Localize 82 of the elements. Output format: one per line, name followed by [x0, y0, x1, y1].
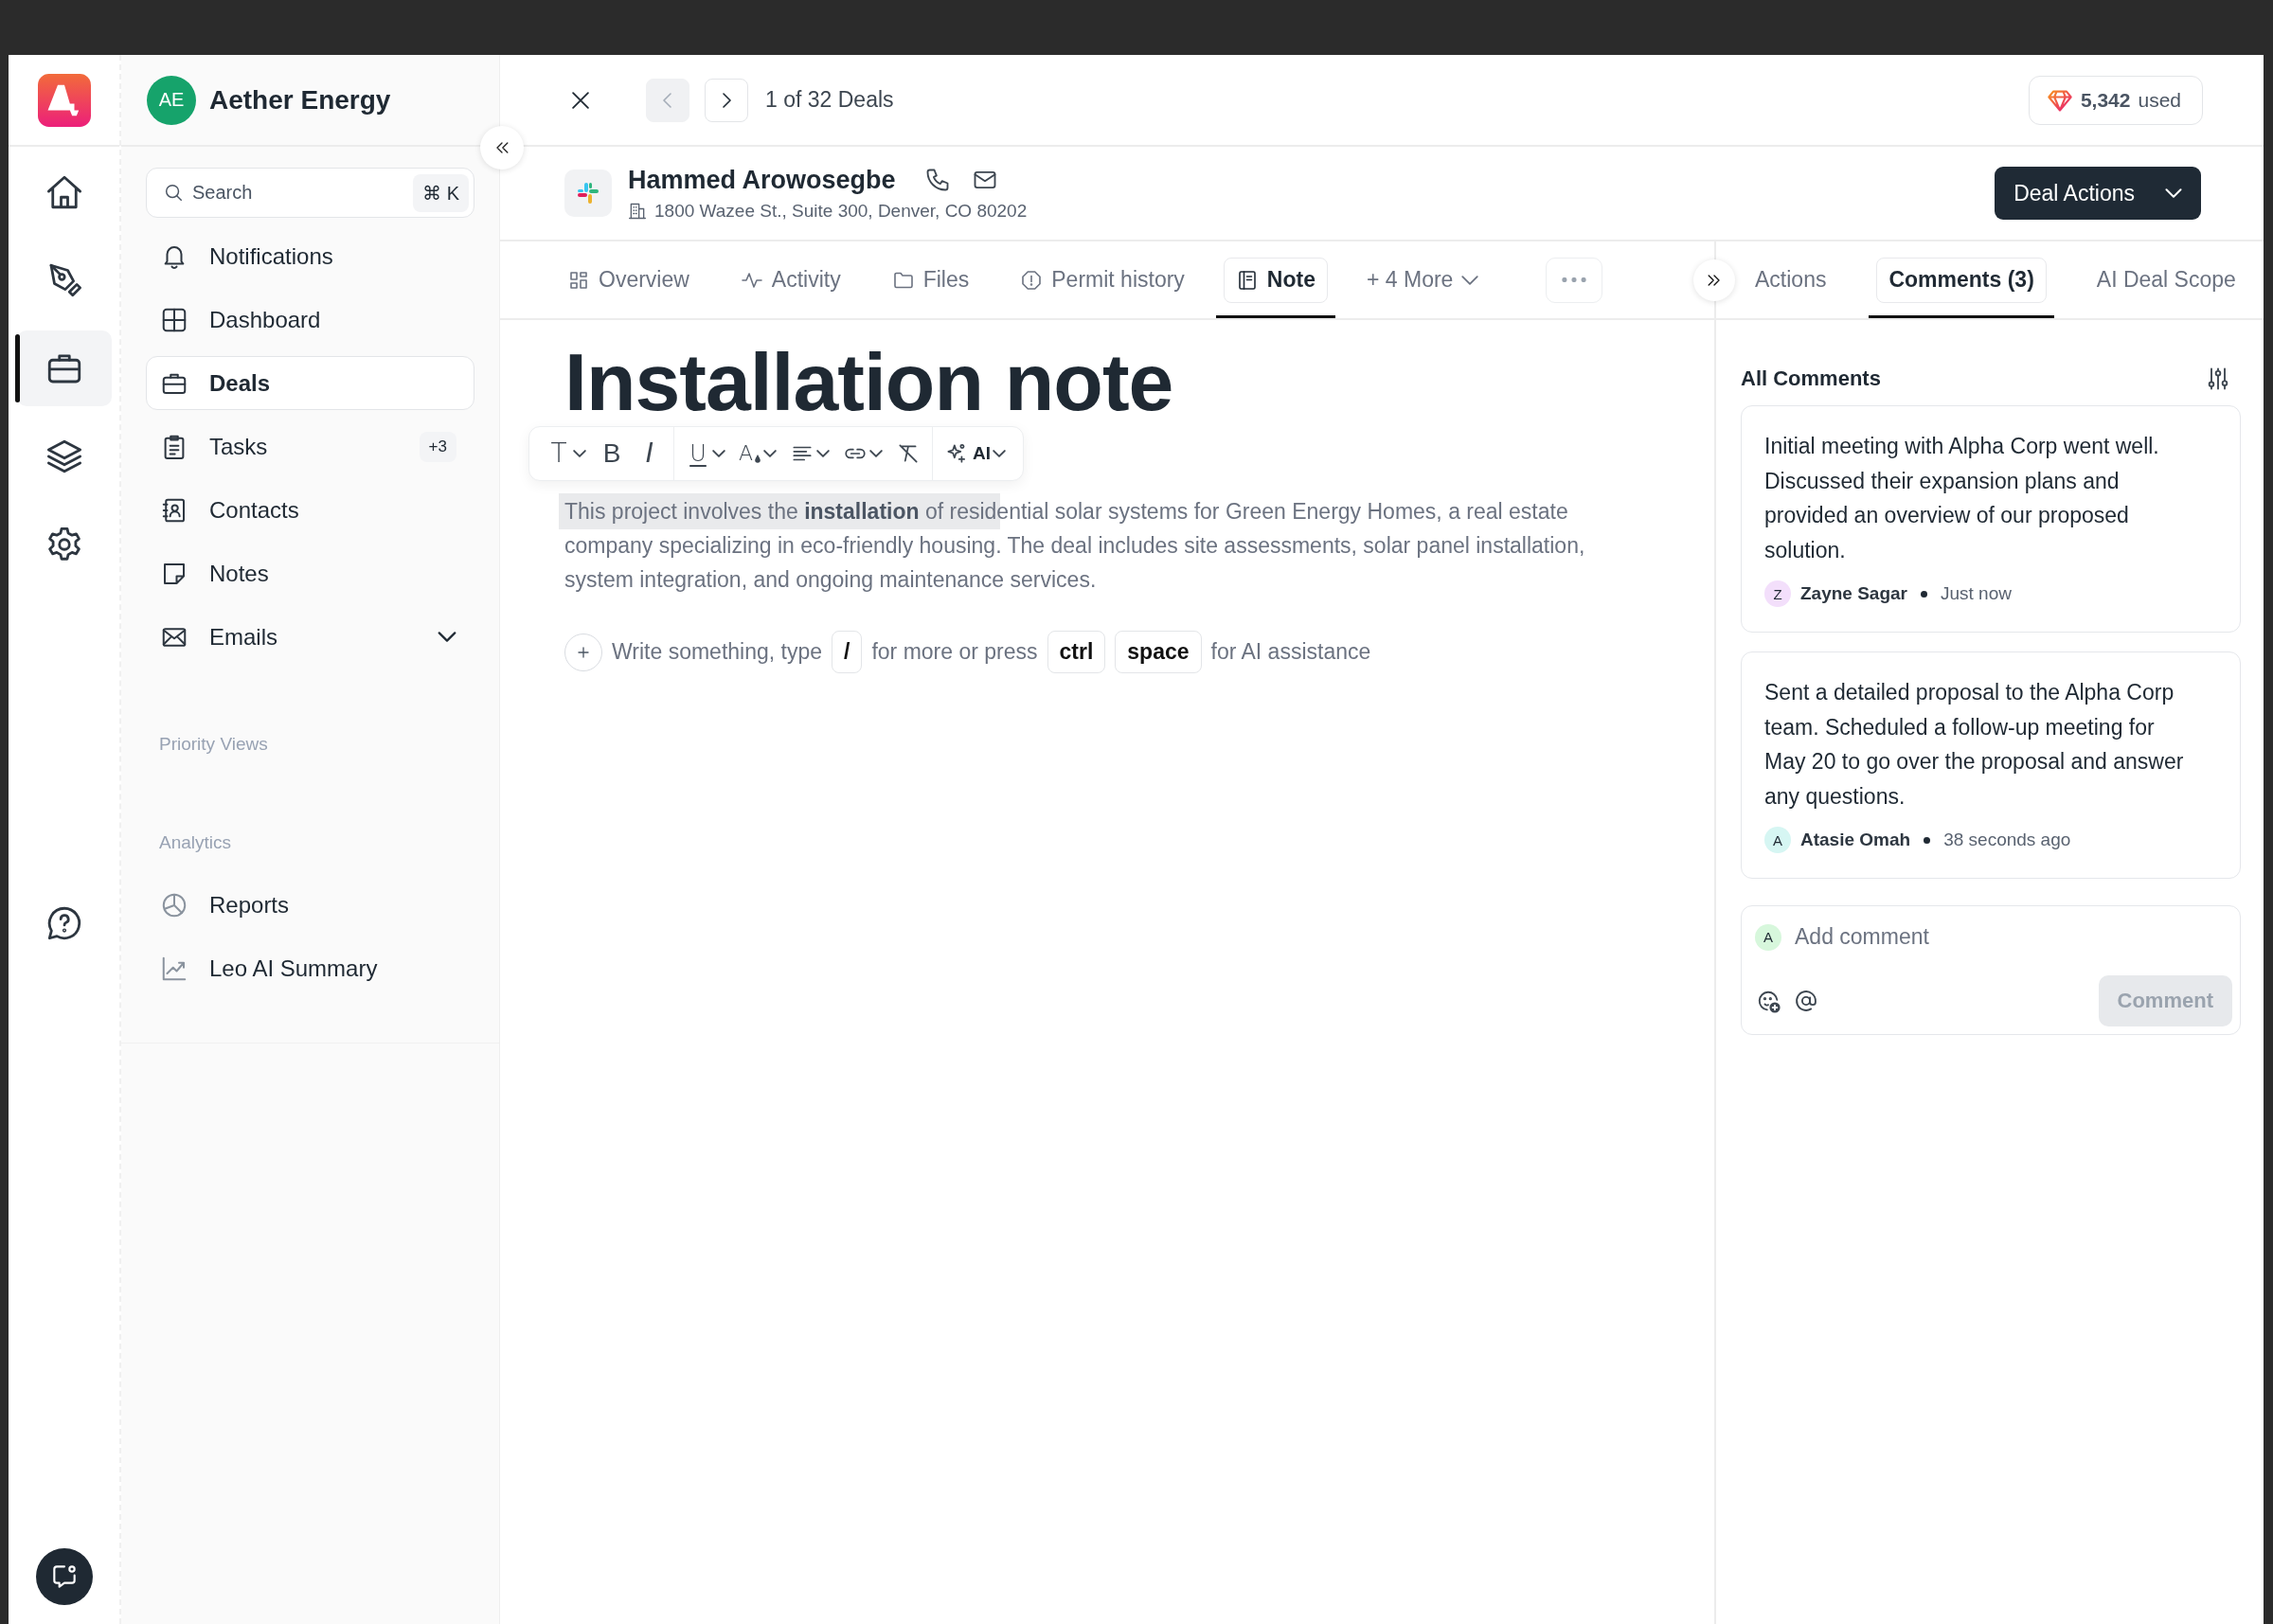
chevron-left-icon	[663, 92, 672, 108]
underline-tool-button[interactable]: U	[682, 435, 729, 473]
author-name: Atasie Omah	[1800, 830, 1911, 850]
nav-item[interactable]: Reports	[146, 878, 474, 932]
workspace-avatar: AE	[147, 75, 196, 125]
collapse-sidebar-button[interactable]	[480, 126, 524, 170]
credits-count: 5,342	[2080, 88, 2131, 112]
company-logo-icon	[564, 170, 612, 217]
tab[interactable]: Activity	[720, 241, 861, 318]
at-sign-icon	[1793, 988, 1819, 1014]
record-position: 1 of 32 Deals	[765, 87, 894, 113]
italic-tool-button[interactable]: I	[634, 435, 666, 473]
prompt-text: for AI assistance	[1210, 639, 1371, 665]
section-heading: Priority Views	[158, 734, 269, 755]
bold-tool-button[interactable]: B	[596, 435, 628, 473]
color-tool-button[interactable]: A	[735, 435, 780, 473]
caret-icon	[763, 447, 777, 460]
note-paragraph: This project involves the installation of residential solar systems for Green Energy Homes, a real estate company specializing in eco-friendly housing. The deal includes site assessments, solar panel installation, system integration, and ongoing maintenance services.	[559, 494, 1657, 597]
nav-item[interactable]: Tasks +3	[146, 419, 474, 473]
next-record-button[interactable]	[705, 78, 748, 122]
credits-pill[interactable]: 5,342 used	[2028, 75, 2203, 125]
tab[interactable]: Actions	[1735, 241, 1847, 318]
caret-icon	[712, 447, 725, 460]
prompt-text: for more or press	[871, 639, 1038, 665]
building-icon	[628, 201, 647, 221]
panel-title: All Comments	[1741, 366, 1881, 391]
tab[interactable]: Files	[871, 241, 990, 318]
comment-text: Sent a detailed proposal to the Alpha Corp team. Scheduled a follow-up meeting for May 20 to go over the proposal and answer any questions.	[1764, 679, 2185, 811]
user-avatar: A	[1755, 923, 1781, 951]
nav-item[interactable]: Deals	[146, 356, 474, 410]
key-hint: /	[832, 631, 863, 673]
close-button[interactable]	[572, 91, 589, 109]
ai-tool-button[interactable]: AI	[940, 435, 1010, 473]
separator-dot	[1921, 590, 1927, 598]
caret-icon	[869, 447, 883, 460]
comment-time: Just now	[1941, 583, 2012, 604]
app-logo-icon[interactable]	[37, 73, 91, 127]
tab[interactable]: + 4 More	[1347, 241, 1499, 318]
workspace-name: Aether Energy	[209, 84, 391, 116]
author-avatar: Z	[1764, 580, 1791, 607]
search-icon	[163, 182, 184, 203]
text-style-tool-button[interactable]: T	[543, 435, 590, 473]
more-icon	[1562, 277, 1587, 282]
separator-dot	[1924, 836, 1931, 844]
tab[interactable]: Permit history	[1000, 241, 1205, 318]
close-icon	[572, 91, 589, 109]
comment-input[interactable]: Add comment	[1793, 923, 2232, 951]
nav-item[interactable]: Contacts	[146, 483, 474, 537]
key-hint: ctrl	[1047, 631, 1106, 673]
author-name: Zayne Sagar	[1800, 583, 1907, 604]
comment-time: 38 seconds ago	[1943, 830, 2071, 850]
tab[interactable]: Overview	[547, 241, 709, 318]
nav-item[interactable]: Dashboard	[146, 293, 474, 347]
mention-button[interactable]	[1793, 988, 1819, 1014]
caret-icon	[993, 447, 1006, 460]
contact-address: 1800 Wazee St., Suite 300, Denver, CO 80202	[654, 200, 1028, 222]
rail-nav-button[interactable]	[16, 330, 112, 406]
chevron-down-icon	[1461, 275, 1479, 285]
nav-item[interactable]: Emails	[146, 610, 474, 664]
chevron-right-icon	[722, 92, 731, 108]
caret-icon	[573, 447, 586, 460]
nav-item[interactable]: Leo AI Summary	[146, 941, 474, 995]
nav-item[interactable]: Notes	[146, 546, 474, 600]
contact-name: Hammed Arowosegbe	[628, 165, 896, 195]
droplet-icon	[754, 454, 761, 463]
count-badge: +3	[419, 431, 456, 462]
tab[interactable]: AI Deal Scope	[2076, 241, 2256, 318]
nav-item[interactable]: Notifications	[146, 229, 474, 283]
credits-unit: used	[2138, 88, 2181, 112]
chevron-down-icon	[2165, 188, 2182, 198]
shortcut-hint: ⌘ K	[413, 174, 469, 212]
chevron-down-icon	[438, 632, 456, 642]
section-heading: Analytics	[158, 832, 233, 853]
key-hint: space	[1115, 631, 1202, 673]
deal-actions-button[interactable]: Deal Actions	[1995, 167, 2201, 220]
note-title: Installation note	[564, 341, 1174, 422]
prompt-text: Write something, type	[612, 639, 822, 665]
comment-text: Initial meeting with Alpha Corp went well. Discussed their expansion plans and provided an overview of our proposed solution.	[1764, 433, 2160, 564]
author-avatar: A	[1764, 827, 1791, 853]
expand-panel-button[interactable]	[1693, 259, 1735, 301]
caret-icon	[816, 447, 830, 460]
permit-icon	[1020, 268, 1044, 292]
